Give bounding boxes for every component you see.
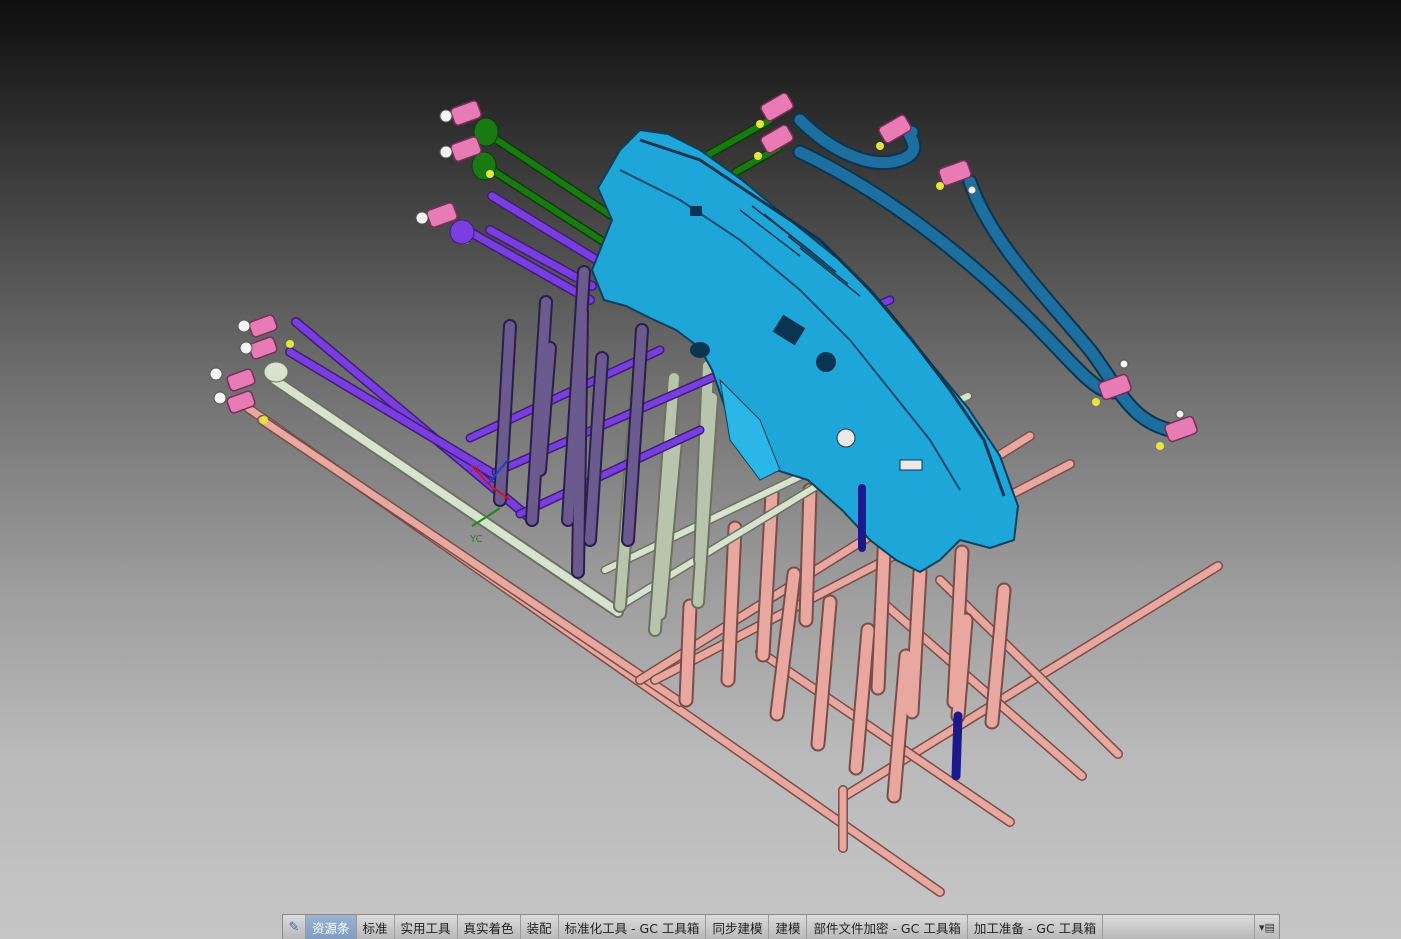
dropdown-menu-icon[interactable]: ▾▤ (1254, 915, 1279, 939)
tab-true-shading[interactable]: 真实着色 (458, 915, 521, 939)
triad-x-label: XC (470, 464, 483, 475)
resource-bar-icon[interactable]: ✎ (283, 915, 306, 939)
tab-utilities[interactable]: 实用工具 (395, 915, 458, 939)
tab-machining-prep[interactable]: 加工准备 - GC 工具箱 (968, 915, 1104, 939)
3d-graphics-viewport[interactable]: XC YC (0, 0, 1401, 939)
triad-y-label: YC (469, 534, 483, 545)
tab-modeling[interactable]: 建模 (769, 915, 808, 939)
tab-part-file-encryption[interactable]: 部件文件加密 - GC 工具箱 (807, 915, 968, 939)
resource-bar: ✎ 资源条 标准 实用工具 真实着色 装配 标准化工具 - GC 工具箱 同步建… (282, 914, 1280, 939)
tab-standard[interactable]: 标准 (357, 915, 395, 939)
tab-resource-bar[interactable]: 资源条 (306, 915, 357, 939)
pink-cooling-lines (243, 403, 1223, 897)
tab-bar-spacer (1103, 915, 1254, 939)
tab-synchronous-modeling[interactable]: 同步建模 (706, 915, 770, 939)
tab-standardization-tools[interactable]: 标准化工具 - GC 工具箱 (559, 915, 707, 939)
tab-assembly[interactable]: 装配 (521, 915, 559, 939)
